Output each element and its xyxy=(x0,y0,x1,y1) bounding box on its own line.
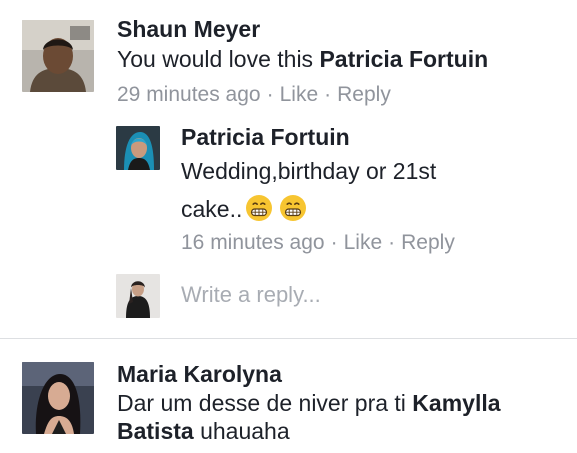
comment-text: Wedding,birthday or 21st cake.. xyxy=(181,152,561,228)
comment-text-body: uhauaha xyxy=(193,418,290,444)
avatar-photo-icon xyxy=(22,362,94,434)
avatar-photo-icon xyxy=(116,126,160,170)
meta-separator: · xyxy=(324,83,332,106)
meta-separator: · xyxy=(388,231,396,254)
comment-text: You would love this Patricia Fortuin xyxy=(117,45,488,74)
avatar[interactable] xyxy=(22,20,94,92)
like-button[interactable]: Like xyxy=(344,231,383,254)
comment-text-line: Dar um desse de niver pra ti Kamylla xyxy=(117,389,567,417)
mention-link[interactable]: Batista xyxy=(117,418,194,444)
comment-author-name[interactable]: Patricia Fortuin xyxy=(181,124,350,151)
comment-text-body: Dar um desse de niver pra ti xyxy=(117,390,413,416)
comment-text-body: cake.. xyxy=(181,196,243,222)
grimacing-face-emoji-icon xyxy=(245,194,273,222)
meta-separator: · xyxy=(330,231,338,254)
meta-separator: · xyxy=(266,83,274,106)
reply-button[interactable]: Reply xyxy=(337,83,391,106)
reply-patricia-fortuin: Patricia Fortuin Wedding,birthday or 21s… xyxy=(0,118,577,258)
avatar[interactable] xyxy=(22,362,94,434)
comment-meta: 29 minutes ago · Like · Reply xyxy=(117,83,391,107)
comment-author-name[interactable]: Shaun Meyer xyxy=(117,16,260,43)
avatar[interactable] xyxy=(116,274,160,318)
reply-composer: Write a reply... xyxy=(0,266,577,326)
avatar-photo-icon xyxy=(22,20,94,92)
comment-meta: 16 minutes ago · Like · Reply xyxy=(181,231,455,255)
comment-text-body: You would love this xyxy=(117,46,320,72)
grimacing-face-emoji-icon xyxy=(279,194,307,222)
like-button[interactable]: Like xyxy=(280,83,319,106)
comment-text-line: Batista uhauaha xyxy=(117,417,567,445)
reply-button[interactable]: Reply xyxy=(401,231,455,254)
comment-thread: Shaun Meyer You would love this Patricia… xyxy=(0,0,577,453)
comment-text: Dar um desse de niver pra ti Kamylla Bat… xyxy=(117,389,567,445)
comment-maria-karolyna: Maria Karolyna Dar um desse de niver pra… xyxy=(0,339,577,453)
write-reply-input[interactable]: Write a reply... xyxy=(181,282,321,308)
avatar[interactable] xyxy=(116,126,160,170)
comment-timestamp[interactable]: 29 minutes ago xyxy=(117,83,261,106)
mention-link[interactable]: Patricia Fortuin xyxy=(319,46,488,72)
comment-timestamp[interactable]: 16 minutes ago xyxy=(181,231,325,254)
avatar-photo-icon xyxy=(116,274,160,318)
comment-text-line: Wedding,birthday or 21st xyxy=(181,158,437,184)
comment-text-line-with-emoji: cake.. xyxy=(181,190,561,228)
mention-link[interactable]: Kamylla xyxy=(412,390,500,416)
comment-author-name[interactable]: Maria Karolyna xyxy=(117,361,282,388)
comment-shaun-meyer: Shaun Meyer You would love this Patricia… xyxy=(0,0,577,120)
